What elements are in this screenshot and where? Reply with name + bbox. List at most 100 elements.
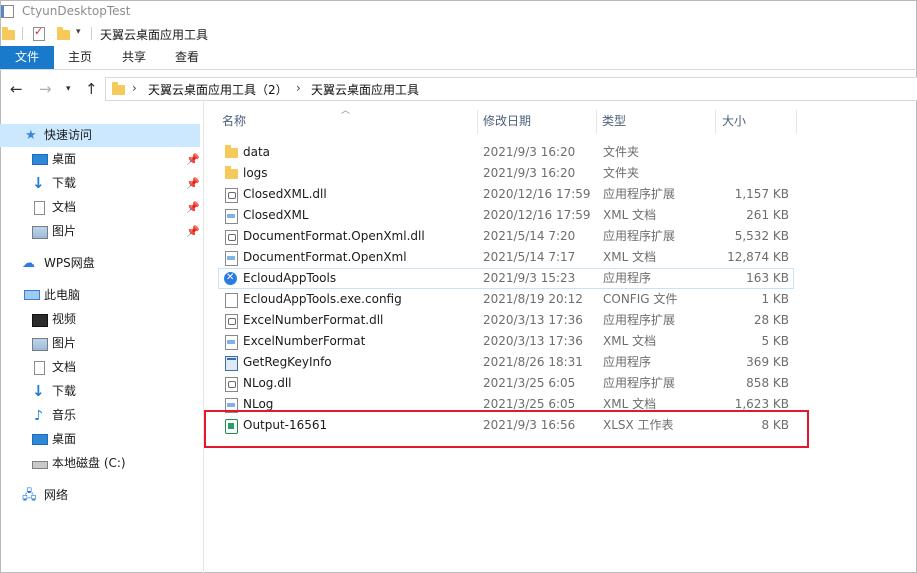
file-name: GetRegKeyInfo — [243, 355, 332, 369]
file-row[interactable]: ClosedXML.dll 2020/12/16 17:59 应用程序扩展 1,… — [219, 184, 793, 204]
file-date: 2021/9/3 16:20 — [483, 145, 576, 159]
sidebar-item-downloads-pc[interactable]: ↓ 下载 — [0, 380, 200, 403]
sidebar-item-downloads[interactable]: ↓ 下载 📌 — [0, 172, 200, 195]
folder-icon[interactable] — [2, 27, 15, 40]
column-header-row: 名称 修改日期 类型 大小 — [205, 110, 805, 134]
file-name: DocumentFormat.OpenXml — [243, 250, 407, 264]
window-title: CtyunDesktopTest — [22, 4, 131, 18]
customize-dropdown-icon[interactable]: ▾ — [76, 27, 81, 37]
sidebar-item-pictures-pc[interactable]: 图片 — [0, 332, 200, 355]
file-row[interactable]: ExcelNumberFormat.dll 2020/3/13 17:36 应用… — [219, 310, 793, 330]
picture-icon — [32, 338, 48, 351]
file-name: EcloudAppTools.exe.config — [243, 292, 402, 306]
file-row[interactable]: DocumentFormat.OpenXml 2021/5/14 7:17 XM… — [219, 247, 793, 267]
column-header-size[interactable]: 大小 — [722, 110, 746, 132]
chevron-right-icon[interactable]: › — [132, 81, 137, 95]
sidebar-item-desktop-pc[interactable]: 桌面 — [0, 428, 200, 451]
sidebar-item-music[interactable]: ♪ 音乐 — [0, 404, 200, 427]
file-row-hovered[interactable]: EcloudAppTools 2021/9/3 15:23 应用程序 163 K… — [218, 268, 794, 289]
new-folder-icon[interactable] — [57, 27, 70, 40]
file-date: 2020/3/13 17:36 — [483, 334, 583, 348]
dll-icon — [225, 377, 238, 392]
sidebar-item-label: 图片 — [52, 336, 77, 350]
file-size: 369 KB — [746, 355, 789, 369]
file-row[interactable]: data 2021/9/3 16:20 文件夹 — [219, 142, 793, 162]
file-size: 12,874 KB — [727, 250, 789, 264]
pin-icon: 📌 — [186, 177, 200, 190]
file-type: XML 文档 — [603, 334, 657, 348]
tab-share[interactable]: 共享 — [110, 46, 158, 69]
video-icon — [32, 314, 48, 327]
file-row[interactable]: NLog.dll 2021/3/25 6:05 应用程序扩展 858 KB — [219, 373, 793, 393]
sidebar-item-local-disk[interactable]: 本地磁盘 (C:) — [0, 452, 200, 475]
breadcrumb-item[interactable]: 天翼云桌面应用工具（2） — [148, 81, 288, 98]
sidebar-item-label: 图片 — [52, 224, 77, 238]
sidebar-item-videos[interactable]: 视频 — [0, 308, 200, 331]
file-date: 2021/8/19 20:12 — [483, 292, 583, 306]
address-bar[interactable]: › 天翼云桌面应用工具（2） › 天翼云桌面应用工具 — [105, 77, 917, 101]
file-name: ClosedXML.dll — [243, 187, 327, 201]
column-divider[interactable] — [477, 110, 478, 134]
column-divider[interactable] — [715, 110, 716, 134]
sidebar-item-label: 快速访问 — [44, 128, 93, 142]
download-arrow-icon: ↓ — [32, 382, 45, 400]
recent-locations-chevron-icon[interactable]: ▾ — [66, 84, 71, 94]
sidebar-item-documents-pc[interactable]: 文档 — [0, 356, 200, 379]
up-arrow-icon[interactable]: ↑ — [85, 80, 98, 98]
sidebar-item-label: 视频 — [52, 312, 77, 326]
file-date: 2020/12/16 17:59 — [483, 208, 591, 222]
cloud-icon: ☁ — [22, 256, 35, 271]
explorer-app-icon — [1, 5, 14, 18]
file-row[interactable]: ExcelNumberFormat 2020/3/13 17:36 XML 文档… — [219, 331, 793, 351]
forward-arrow-icon[interactable]: → — [39, 80, 52, 98]
tab-view[interactable]: 查看 — [163, 46, 211, 69]
title-bar: CtyunDesktopTest — [0, 0, 917, 24]
sidebar-item-network[interactable]: 🖧 网络 — [0, 484, 200, 507]
file-row[interactable]: GetRegKeyInfo 2021/8/26 18:31 应用程序 369 K… — [219, 352, 793, 372]
chevron-right-icon[interactable]: › — [296, 81, 301, 95]
hard-drive-icon — [32, 461, 48, 469]
file-row[interactable]: EcloudAppTools.exe.config 2021/8/19 20:1… — [219, 289, 793, 309]
column-header-date[interactable]: 修改日期 — [483, 110, 531, 132]
pane-divider[interactable] — [203, 100, 204, 573]
file-type: CONFIG 文件 — [603, 292, 678, 306]
column-divider[interactable] — [796, 110, 797, 134]
tab-file[interactable]: 文件 — [0, 46, 54, 69]
sidebar-item-label: 此电脑 — [44, 288, 81, 302]
sidebar-item-wps-cloud[interactable]: ☁ WPS网盘 — [0, 252, 200, 275]
file-date: 2020/12/16 17:59 — [483, 187, 591, 201]
sidebar-item-label: 文档 — [52, 360, 77, 374]
sidebar-item-this-pc[interactable]: 此电脑 — [0, 284, 200, 307]
file-date: 2021/9/3 15:23 — [483, 271, 576, 285]
file-date: 2020/3/13 17:36 — [483, 313, 583, 327]
sidebar-item-documents[interactable]: 文档 📌 — [0, 196, 200, 219]
toolbar-divider — [22, 27, 23, 40]
file-size: 1 KB — [761, 292, 789, 306]
sidebar-item-label: 音乐 — [52, 408, 77, 422]
dll-icon — [225, 230, 238, 245]
sidebar-item-quick-access[interactable]: ★ 快速访问 — [0, 124, 200, 147]
file-row[interactable]: ClosedXML 2020/12/16 17:59 XML 文档 261 KB — [219, 205, 793, 225]
download-arrow-icon: ↓ — [32, 174, 45, 192]
column-header-type[interactable]: 类型 — [602, 110, 626, 132]
file-name: ClosedXML — [243, 208, 309, 222]
file-type: XML 文档 — [603, 250, 657, 264]
tab-home[interactable]: 主页 — [56, 46, 104, 69]
folder-icon — [225, 166, 238, 179]
dll-icon — [225, 188, 238, 203]
file-date: 2021/3/25 6:05 — [483, 376, 576, 390]
sidebar-item-label: 下载 — [52, 384, 77, 398]
breadcrumb-item[interactable]: 天翼云桌面应用工具 — [311, 81, 419, 98]
file-type: 应用程序扩展 — [603, 376, 676, 390]
sidebar-item-label: 本地磁盘 (C:) — [52, 456, 126, 470]
file-row[interactable]: DocumentFormat.OpenXml.dll 2021/5/14 7:2… — [219, 226, 793, 246]
sidebar-item-pictures[interactable]: 图片 📌 — [0, 220, 200, 243]
file-row[interactable]: logs 2021/9/3 16:20 文件夹 — [219, 163, 793, 183]
file-name: EcloudAppTools — [243, 271, 337, 285]
toolbar-divider — [91, 27, 92, 40]
properties-icon[interactable] — [33, 25, 45, 41]
column-header-name[interactable]: 名称 — [222, 110, 246, 132]
back-arrow-icon[interactable]: ← — [10, 80, 23, 98]
column-divider[interactable] — [596, 110, 597, 134]
sidebar-item-desktop[interactable]: 桌面 📌 — [0, 148, 200, 171]
